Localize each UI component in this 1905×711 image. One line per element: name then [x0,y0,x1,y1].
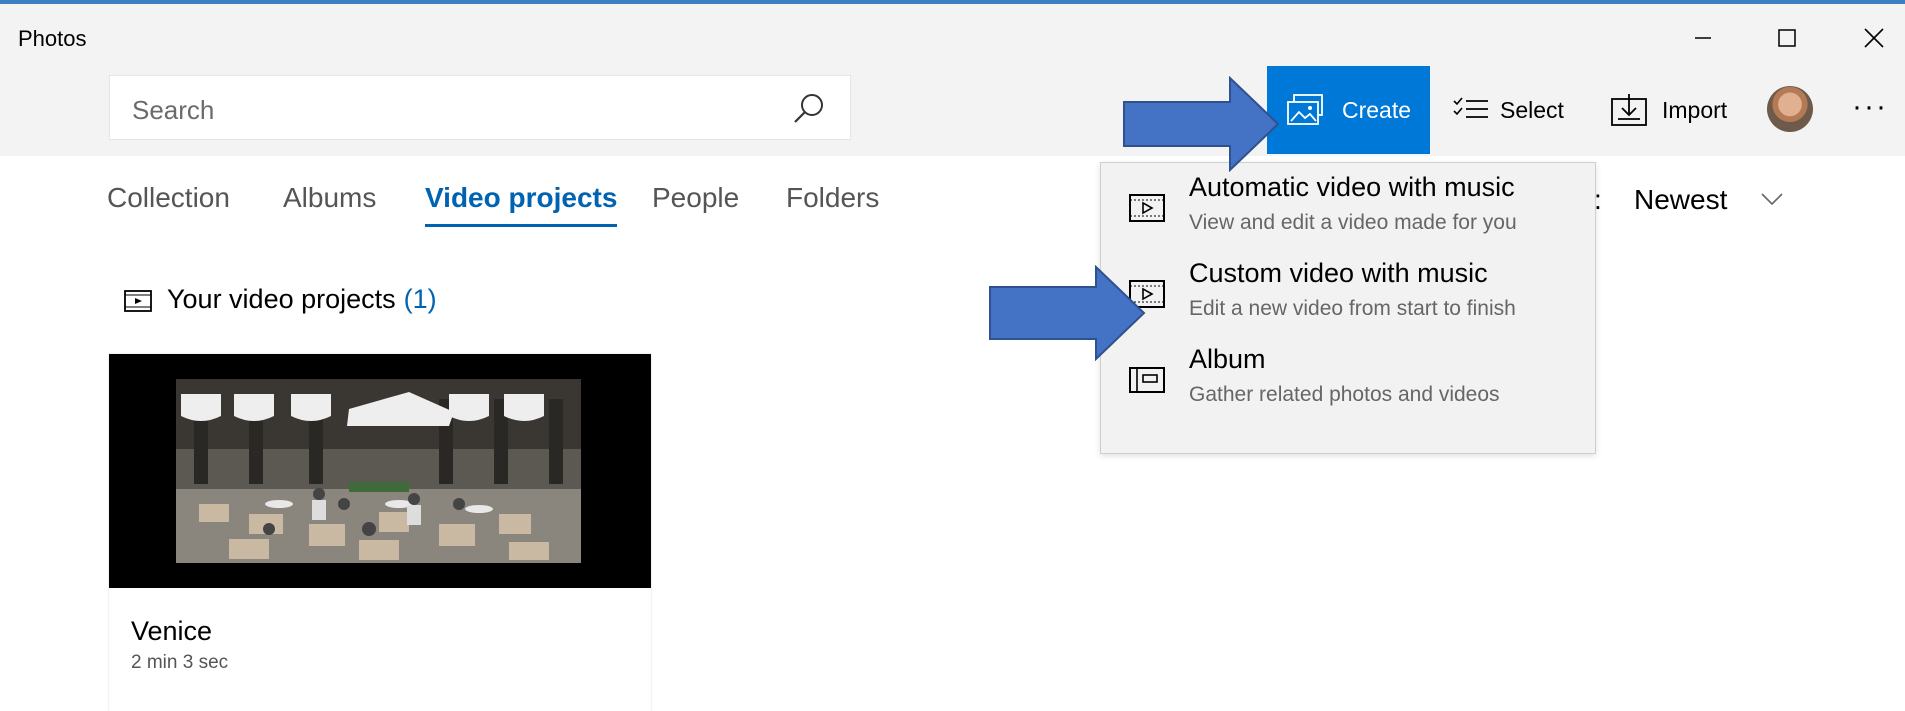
menu-item-description: View and edit a video made for you [1189,211,1517,234]
main-content: Collection Albums Video projects People … [0,156,1905,711]
project-title: Venice [131,616,213,646]
menu-item-description: Gather related photos and videos [1189,383,1500,406]
section-header: Your video projects (1) [123,284,437,315]
more-options-button[interactable]: ··· [1852,90,1888,124]
close-icon [1864,28,1884,48]
maximize-button[interactable] [1756,12,1818,64]
select-label: Select [1500,96,1564,123]
section-title: Your video projects [167,284,396,314]
import-button[interactable]: Import [1610,92,1727,128]
minimize-button[interactable] [1672,12,1734,64]
video-project-card[interactable]: Venice 2 min 3 sec [109,354,651,711]
menu-item-title: Automatic video with music [1189,172,1515,202]
menu-item-custom-video[interactable]: Custom video with music Edit a new video… [1101,249,1595,335]
menu-item-title: Album [1189,344,1266,374]
search-placeholder: Search [132,95,215,125]
tab-collection[interactable]: Collection [107,182,230,214]
section-count: (1) [403,284,437,314]
tab-people[interactable]: People [652,182,739,214]
minimize-icon [1695,37,1711,39]
tab-folders[interactable]: Folders [786,182,879,214]
album-icon [1129,367,1165,393]
tab-albums[interactable]: Albums [283,182,376,214]
chevron-down-icon[interactable] [1760,192,1784,206]
tab-video-projects[interactable]: Video projects [425,182,618,227]
select-icon [1453,97,1488,118]
sort-dropdown[interactable]: Newest [1634,184,1727,216]
maximize-icon [1778,29,1796,47]
menu-item-album[interactable]: Album Gather related photos and videos [1101,335,1595,421]
import-icon [1611,94,1647,126]
project-duration: 2 min 3 sec [131,652,229,673]
create-icon [1287,94,1323,125]
avatar[interactable] [1767,86,1813,132]
video-project-icon [1129,194,1165,222]
create-menu: Automatic video with music View and edit… [1100,162,1596,454]
search-icon[interactable] [792,92,826,126]
menu-item-title: Custom video with music [1189,258,1488,288]
title-bar: Photos [0,4,1905,66]
search-input[interactable]: Search [109,75,851,140]
annotation-arrow-custom-video [989,265,1146,361]
import-label: Import [1662,96,1728,123]
create-label: Create [1342,97,1412,123]
app-title: Photos [18,26,87,51]
menu-item-description: Edit a new video from start to finish [1189,297,1516,320]
toolbar: Search Create Select Import ··· [0,66,1905,156]
annotation-arrow-create [1123,76,1280,172]
close-button[interactable] [1843,12,1905,64]
video-project-icon [124,289,152,312]
create-button[interactable]: Create [1267,66,1430,154]
menu-item-automatic-video[interactable]: Automatic video with music View and edit… [1101,163,1595,249]
select-button[interactable]: Select [1452,92,1564,128]
video-thumbnail [109,354,651,588]
